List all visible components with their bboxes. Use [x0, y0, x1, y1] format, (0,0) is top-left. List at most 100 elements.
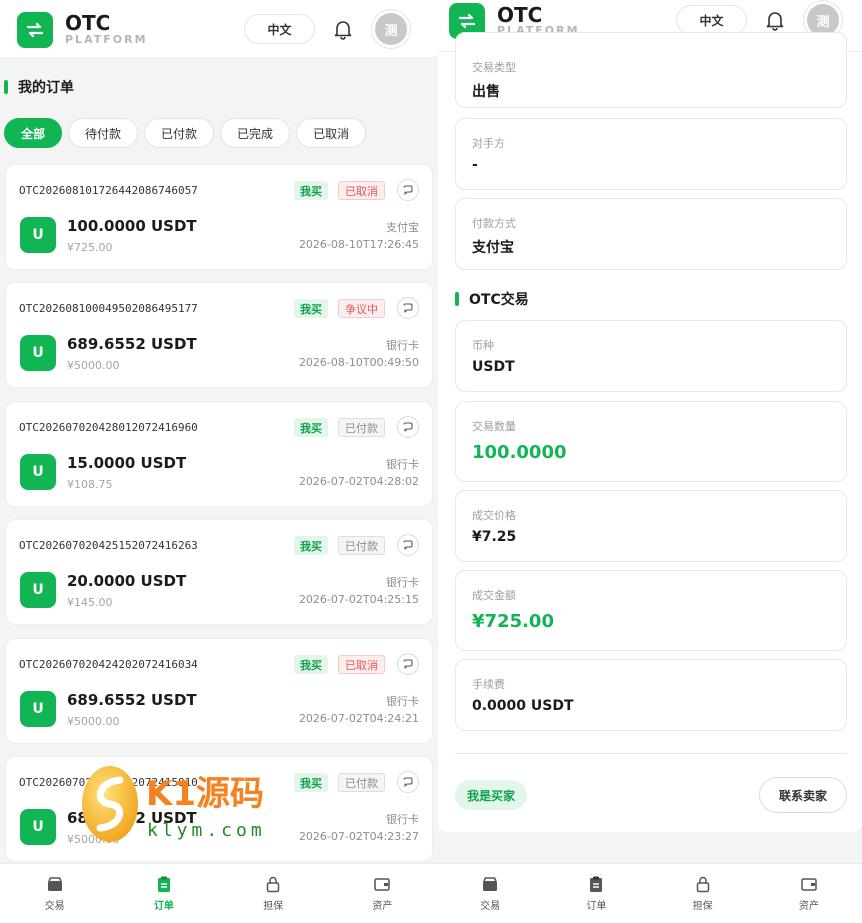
payment-method: 银行卡: [386, 339, 419, 352]
field-quantity: 交易数量 100.0000: [455, 401, 847, 482]
order-filter-tabs: 全部 待付款 已付款 已完成 已取消: [4, 118, 367, 148]
coin-icon: U: [20, 691, 56, 727]
nav-escrow[interactable]: 担保: [219, 864, 328, 923]
nav-orders-label: 订单: [153, 901, 174, 912]
nav-trade[interactable]: 交易: [437, 864, 543, 923]
field-label: 成交金额: [472, 589, 516, 602]
order-time: 2026-07-02T04:28:02: [298, 475, 419, 488]
order-cny: ¥5000.00: [67, 715, 120, 728]
payment-method: 银行卡: [386, 458, 419, 471]
tab-pending-payment[interactable]: 待付款: [68, 118, 139, 148]
app-header: OTC PLATFORM 中文 测: [0, 0, 437, 58]
order-amount: 689.6552 USDT: [67, 691, 197, 709]
field-label: 付款方式: [472, 217, 516, 230]
status-badge: 已付款: [338, 773, 385, 792]
order-time: 2026-07-02T04:25:15: [298, 593, 419, 606]
chat-icon: [403, 540, 413, 550]
otc-section-title-text: OTC交易: [469, 292, 529, 308]
role-tag: 我是买家: [455, 780, 528, 810]
field-value: -: [472, 157, 478, 173]
page-title-text: 我的订单: [18, 80, 74, 96]
nav-assets[interactable]: 资产: [328, 864, 437, 923]
chat-button[interactable]: [397, 416, 419, 438]
order-number: OTC202607020425152072416263: [19, 539, 198, 552]
field-coin: 币种 USDT: [455, 320, 847, 392]
nav-assets[interactable]: 资产: [756, 864, 862, 923]
contact-seller-button[interactable]: 联系卖家: [759, 777, 847, 813]
otc-section-title: OTC交易: [455, 289, 529, 309]
order-time: 2026-07-02T04:24:21: [298, 712, 419, 725]
lock-icon: [696, 876, 709, 893]
tab-all[interactable]: 全部: [4, 118, 63, 148]
order-number: OTC202607020428012072416960: [19, 421, 198, 434]
title-accent-bar: [455, 292, 459, 306]
order-amount: 689.6552 USDT: [67, 335, 197, 353]
chat-button[interactable]: [397, 297, 419, 319]
watermark: K1源码 klym.com: [80, 760, 300, 844]
payment-method: 银行卡: [386, 576, 419, 589]
order-card[interactable]: OTC202607020428012072416960 我买 已付款 U 15.0000…: [5, 401, 433, 507]
clipboard-icon: [157, 876, 170, 892]
coin-icon: U: [20, 454, 56, 490]
chat-button[interactable]: [397, 771, 419, 793]
tab-cancelled[interactable]: 已取消: [296, 118, 367, 148]
field-counterparty: 对手方 -: [455, 118, 847, 190]
order-time: 2026-07-02T04:23:27: [298, 830, 419, 843]
avatar[interactable]: 测: [371, 9, 411, 49]
divider: [455, 753, 847, 754]
order-card[interactable]: OTC202608101726442086746057 我买 已取消 U 100.000…: [5, 164, 433, 270]
order-card[interactable]: OTC202607020425152072416263 我买 已付款 U 20.0000…: [5, 519, 433, 625]
lock-icon: [266, 876, 280, 893]
watermark-logo-icon: [82, 766, 138, 842]
page-title: 我的订单: [4, 77, 74, 97]
coin-icon: U: [20, 809, 56, 845]
language-button[interactable]: 中文: [676, 5, 747, 35]
title-accent-bar: [4, 80, 8, 94]
chat-button[interactable]: [397, 534, 419, 556]
order-card[interactable]: OTC202608100049502086495177 我买 争议中 U 689.655…: [5, 282, 433, 388]
language-button[interactable]: 中文: [244, 14, 315, 44]
order-amount: 20.0000 USDT: [67, 572, 187, 590]
chat-icon: [403, 303, 413, 313]
bell-icon[interactable]: [332, 18, 354, 40]
brand-subtitle: PLATFORM: [65, 33, 148, 46]
tab-paid[interactable]: 已付款: [144, 118, 215, 148]
nav-orders-label: 订单: [586, 901, 607, 912]
nav-orders[interactable]: 订单: [543, 864, 649, 923]
bottom-nav: 交易 订单 担保 资产: [437, 863, 862, 923]
nav-escrow[interactable]: 担保: [650, 864, 756, 923]
nav-trade[interactable]: 交易: [0, 864, 109, 923]
nav-orders[interactable]: 订单: [109, 864, 218, 923]
field-value: ¥7.25: [472, 529, 517, 545]
field-value: USDT: [472, 359, 515, 375]
field-value: 出售: [472, 84, 500, 100]
watermark-text: K1源码: [146, 774, 265, 814]
chat-button[interactable]: [397, 653, 419, 675]
clipboard-icon: [590, 876, 603, 892]
chat-icon: [403, 659, 413, 669]
tab-completed[interactable]: 已完成: [220, 118, 291, 148]
payment-method: 银行卡: [386, 695, 419, 708]
brand-title: OTC: [65, 11, 111, 35]
orders-screen: OTC PLATFORM 中文 测 我的订单 全部 待付款 已付款 已完成 已取…: [0, 0, 437, 923]
avatar-text: 测: [375, 13, 407, 45]
nav-escrow-label: 担保: [692, 901, 713, 912]
nav-trade-label: 交易: [44, 901, 65, 912]
status-badge: 已取消: [338, 655, 385, 674]
payment-method: 支付宝: [386, 221, 419, 234]
payment-method: 银行卡: [386, 813, 419, 826]
status-badge: 争议中: [338, 299, 385, 318]
bottom-nav: 交易 订单 担保 资产: [0, 863, 437, 923]
coin-icon: U: [20, 335, 56, 371]
nav-escrow-label: 担保: [263, 901, 284, 912]
chat-button[interactable]: [397, 179, 419, 201]
nav-trade-label: 交易: [480, 901, 501, 912]
order-number: OTC202608101726442086746057: [19, 184, 198, 197]
wallet-icon: [374, 878, 391, 891]
field-value: 0.0000 USDT: [472, 698, 574, 714]
order-card[interactable]: OTC202607020424202072416034 我买 已取消 U 689.655…: [5, 638, 433, 744]
bell-icon[interactable]: [764, 9, 786, 31]
field-label: 成交价格: [472, 509, 516, 522]
detail-card: 交易类型 出售 对手方 - 付款方式 支付宝 OTC交易 币种 USDT 交易数…: [438, 32, 862, 832]
order-cny: ¥108.75: [67, 478, 113, 491]
